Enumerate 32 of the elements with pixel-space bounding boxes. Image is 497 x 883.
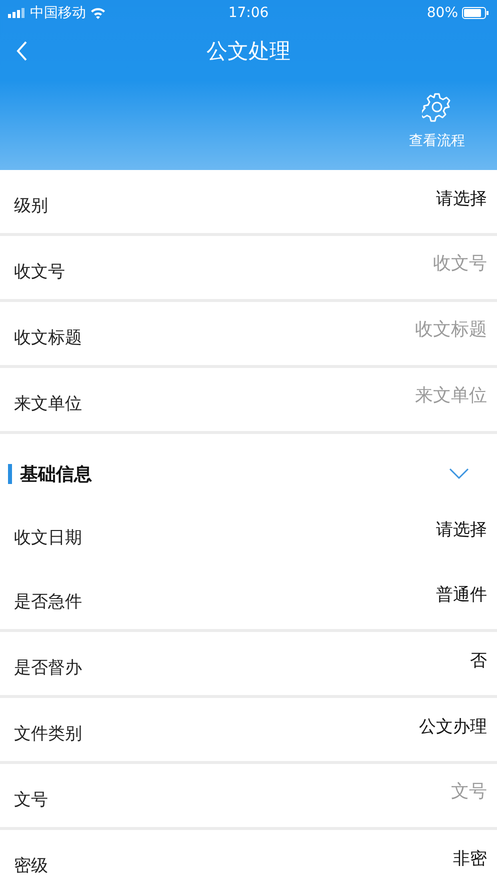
- field-label: 级别: [14, 195, 49, 217]
- field-label: 密级: [14, 855, 49, 877]
- section-title: 基础信息: [20, 463, 93, 486]
- chevron-icon: [449, 468, 469, 480]
- field-label: 是否急件: [14, 591, 83, 613]
- field-label: 收文标题: [14, 327, 83, 349]
- signal-icon: [8, 8, 26, 18]
- collapse-button[interactable]: [449, 468, 469, 480]
- page-title: 公文处理: [206, 39, 290, 63]
- field-label: 是否督办: [14, 657, 83, 679]
- select-value[interactable]: 否: [464, 648, 487, 680]
- select-value[interactable]: 非密: [447, 846, 487, 878]
- select-value[interactable]: 请选择: [430, 186, 487, 218]
- battery-icon: [462, 7, 489, 19]
- input-field[interactable]: 收文标题: [327, 319, 487, 348]
- battery-percent: 80%: [426, 5, 458, 21]
- field-label: 文件类别: [14, 723, 83, 745]
- select-value[interactable]: 普通件: [430, 582, 487, 614]
- select-value[interactable]: 公文办理: [413, 714, 487, 746]
- settings-icon: [422, 92, 452, 122]
- input-field[interactable]: 收文号: [327, 253, 487, 282]
- carrier-name: 中国移动: [30, 4, 86, 22]
- clock-time: 17:06: [228, 5, 269, 21]
- field-label: 文号: [14, 789, 49, 811]
- input-field[interactable]: 来文单位: [327, 385, 487, 414]
- back-icon: [16, 41, 28, 61]
- field-label: 收文日期: [14, 526, 83, 548]
- input-field[interactable]: 文号: [327, 781, 487, 810]
- wifi-icon: [90, 7, 106, 19]
- select-value[interactable]: 请选择: [430, 517, 487, 549]
- field-label: 来文单位: [14, 393, 83, 415]
- field-label: 收文号: [14, 261, 66, 283]
